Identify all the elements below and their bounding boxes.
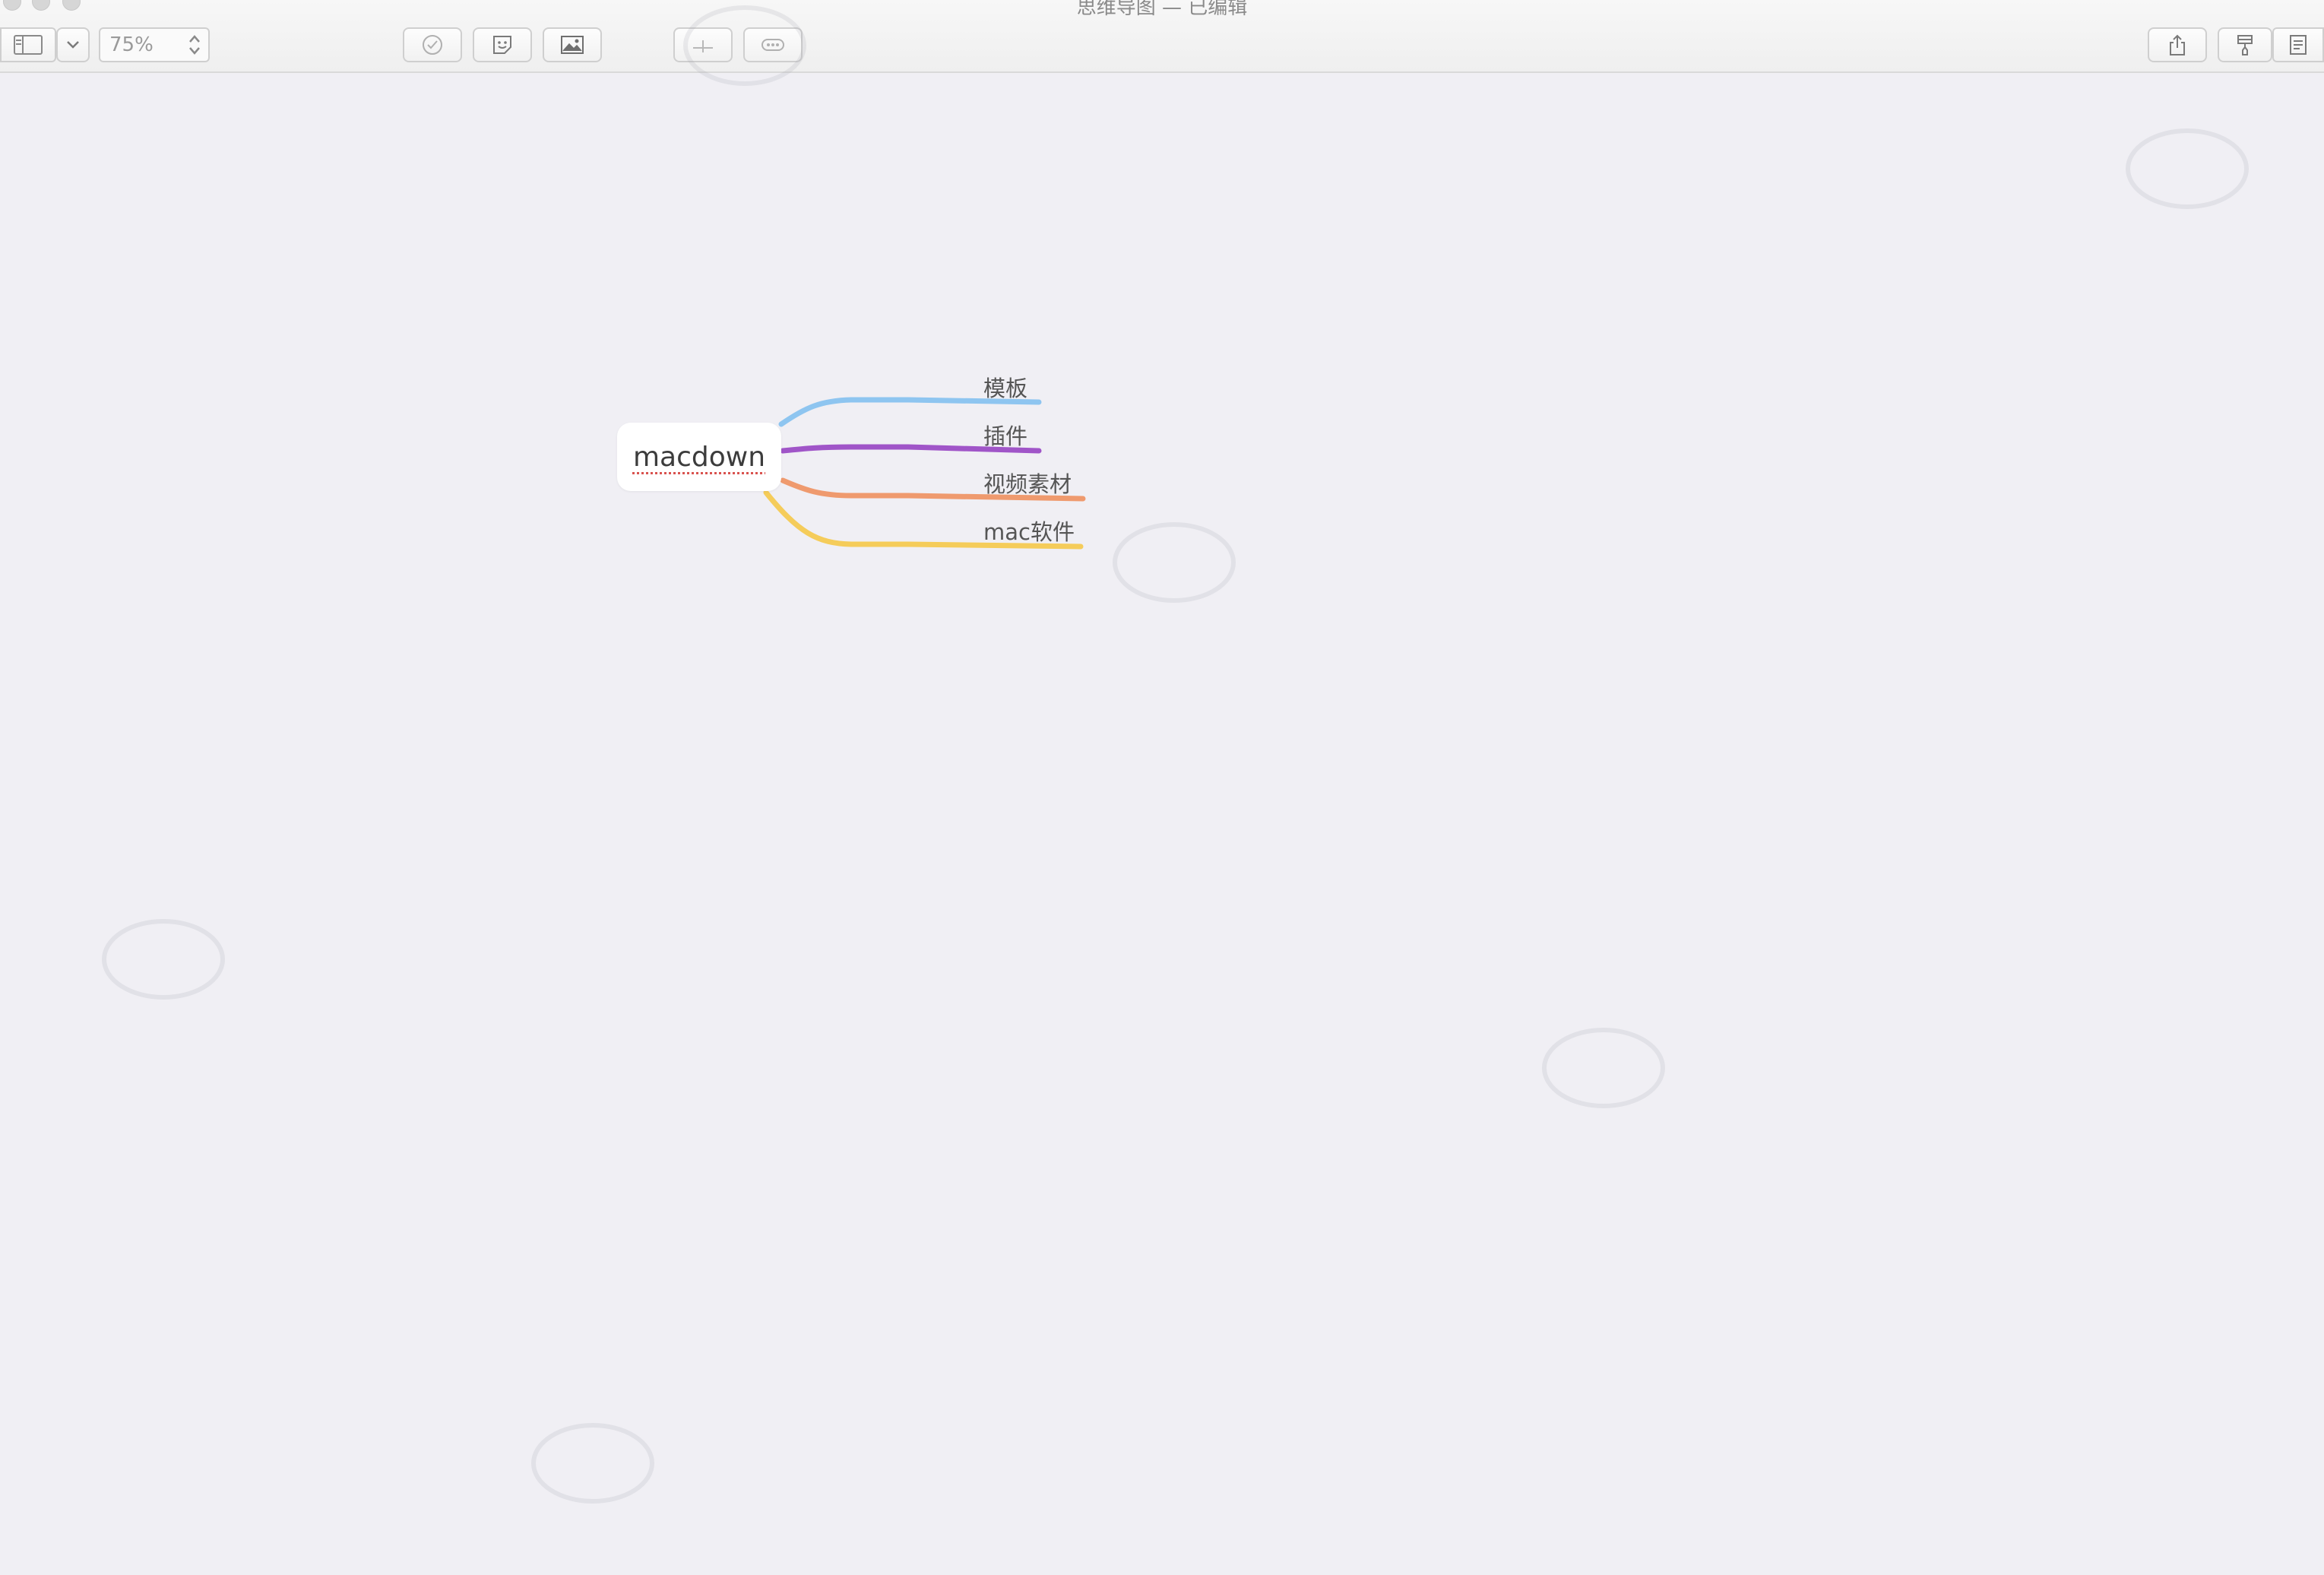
mindmap-branches	[763, 397, 1086, 550]
subtopic-node-2[interactable]: 插件	[983, 419, 1027, 451]
app-window: 思维导图 — 已编辑 75% macdown 模板 插件 视频素材 mac软件	[0, 0, 2324, 1575]
subtopic-node-3[interactable]: 视频素材	[983, 467, 1072, 499]
root-topic-node[interactable]: macdown	[617, 423, 781, 491]
root-topic-label: macdown	[632, 441, 766, 473]
subtopic-node-4[interactable]: mac软件	[983, 515, 1075, 547]
subtopic-node-1[interactable]: 模板	[983, 371, 1027, 403]
